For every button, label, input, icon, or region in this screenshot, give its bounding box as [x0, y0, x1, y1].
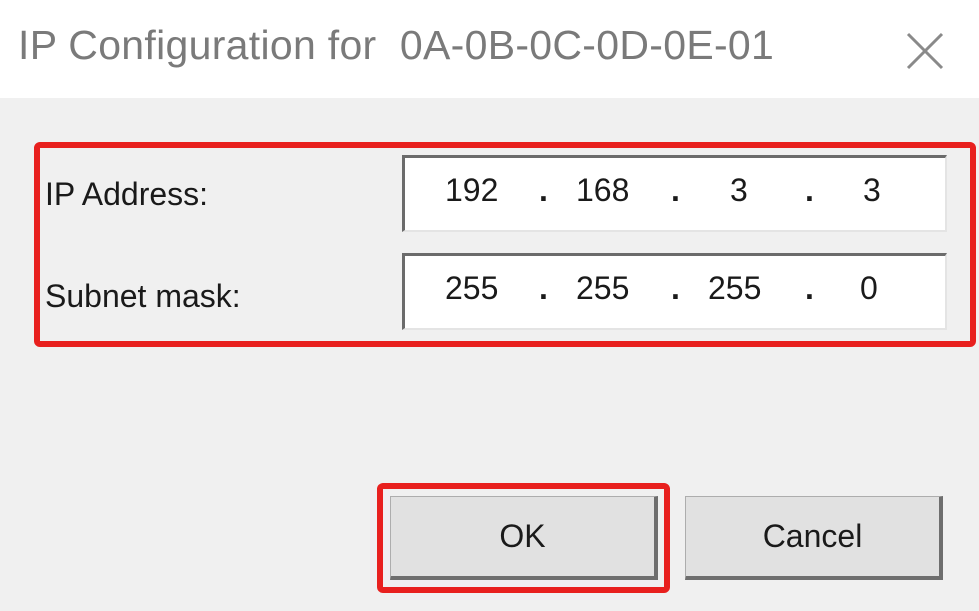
ip-octet-1[interactable]: 192 — [445, 172, 498, 209]
ip-configuration-dialog: IP Configuration for 0A-0B-0C-0D-0E-01 I… — [0, 0, 979, 611]
cancel-button[interactable]: Cancel — [685, 496, 943, 580]
mask-octet-1[interactable]: 255 — [445, 270, 498, 307]
ip-address-label: IP Address: — [45, 176, 209, 212]
mask-octet-2[interactable]: 255 — [576, 270, 629, 307]
subnet-mask-label: Subnet mask: — [45, 278, 241, 314]
close-icon — [906, 32, 944, 70]
mask-separator-2: . — [671, 270, 680, 306]
mask-octet-4[interactable]: 0 — [860, 270, 878, 307]
ip-separator-3: . — [805, 172, 814, 208]
dialog-title: IP Configuration for 0A-0B-0C-0D-0E-01 — [18, 22, 775, 68]
subnet-mask-field[interactable]: 255 . 255 . 255 . 0 — [402, 253, 947, 330]
ip-separator-2: . — [671, 172, 680, 208]
ip-octet-3[interactable]: 3 — [730, 172, 748, 209]
mask-separator-3: . — [805, 270, 814, 306]
ip-address-field[interactable]: 192 . 168 . 3 . 3 — [402, 155, 947, 232]
mask-octet-3[interactable]: 255 — [708, 270, 761, 307]
title-bar: IP Configuration for 0A-0B-0C-0D-0E-01 — [0, 0, 979, 98]
ip-octet-2[interactable]: 168 — [576, 172, 629, 209]
close-button[interactable] — [890, 20, 960, 80]
ok-button[interactable]: OK — [390, 496, 658, 580]
ip-separator-1: . — [539, 172, 548, 208]
ip-octet-4[interactable]: 3 — [863, 172, 881, 209]
mask-separator-1: . — [539, 270, 548, 306]
